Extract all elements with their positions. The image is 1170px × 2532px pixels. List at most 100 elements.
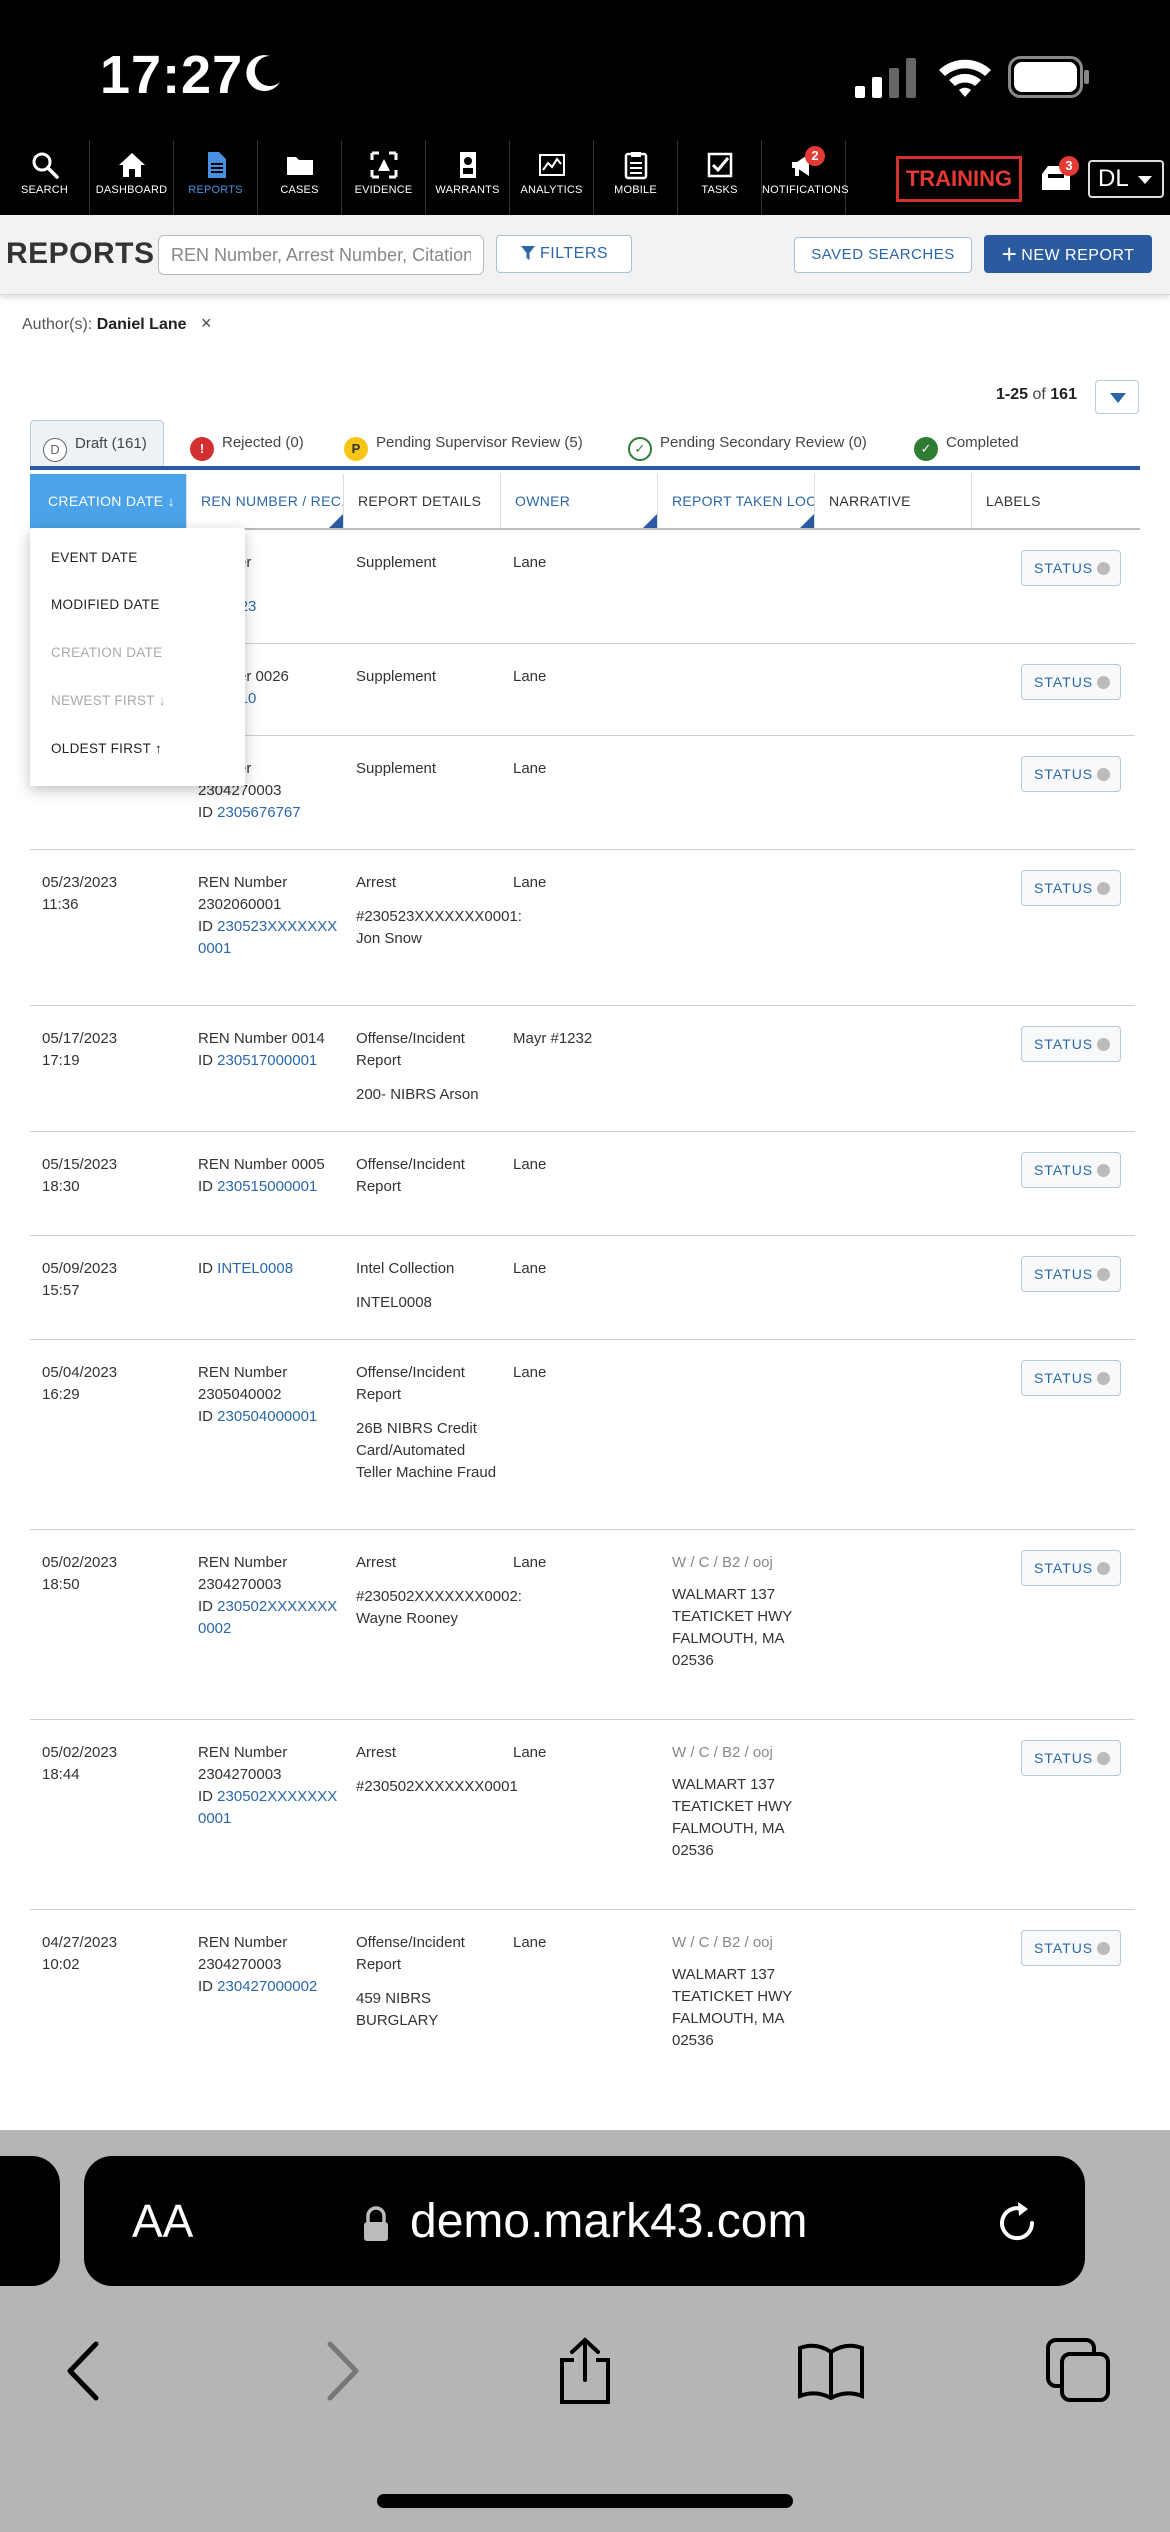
row-details-cell: Arrest #230523XXXXXXX0001: Jon Snow [356,872,522,950]
nav-mobile[interactable]: MOBILE [594,140,678,215]
tab-pending-supervisor-review[interactable]: P Pending Supervisor Review (5) [344,420,583,466]
nav-tasks[interactable]: TASKS [678,140,762,215]
remove-filter-icon[interactable]: × [201,313,212,333]
table-row[interactable]: 05/02/2023 18:50 REN Number 2304270003 ID 23… [30,1530,1135,1720]
pagination-dropdown-button[interactable] [1095,380,1139,414]
row-id-label: ID [198,804,213,821]
nav-analytics[interactable]: ANALYTICS [510,140,594,215]
status-button[interactable]: STATUS [1021,1740,1121,1776]
row-ren-number: 2304270003 [198,1956,282,1973]
status-button[interactable]: STATUS [1021,1152,1121,1188]
row-report-type: Offense/Incident Report [356,1156,465,1195]
status-button[interactable]: STATUS [1021,1930,1121,1966]
search-input[interactable] [158,235,484,275]
row-location-code: W / C / B2 / ooj [672,1934,773,1951]
saved-searches-button[interactable]: SAVED SEARCHES [794,237,972,273]
new-report-button[interactable]: + NEW REPORT [984,235,1152,273]
back-icon[interactable] [52,2336,122,2406]
row-report-id-link[interactable]: 230427000002 [217,1978,317,1995]
column-owner[interactable]: OWNER [501,474,658,528]
battery-icon [1008,56,1089,98]
status-button[interactable]: STATUS [1021,1256,1121,1292]
evidence-icon [370,151,397,179]
row-owner: Mayr #1232 [513,1030,593,1047]
nav-reports[interactable]: REPORTS [174,140,258,215]
row-location-cell [672,872,812,882]
reload-icon[interactable] [992,2198,1042,2248]
checkmark-filled-icon: ✓ [914,437,938,461]
row-location-cell [672,758,812,768]
status-button[interactable]: STATUS [1021,664,1121,700]
address-bar[interactable]: AA demo.mark43.com [84,2156,1085,2286]
column-ren-number[interactable]: REN NUMBER / REC... [187,474,344,528]
table-row[interactable]: 05/15/2023 18:30 REN Number 0005 ID 2305150… [30,1132,1135,1236]
tab-draft[interactable]: D Draft (161) [30,420,164,466]
row-date: 05/17/2023 [42,1030,118,1047]
row-report-id-link[interactable]: 230502XXXXXXX0002 [198,1598,337,1637]
table-row[interactable]: 05/04/2023 16:29 REN Number 2305040002 ID 23… [30,1340,1135,1530]
sort-option-modified-date[interactable]: MODIFIED DATE [51,597,160,612]
status-button[interactable]: STATUS [1021,550,1121,586]
column-label: REPORT DETAILS [358,493,482,509]
bookmarks-icon[interactable] [796,2336,866,2406]
nav-cases[interactable]: CASES [258,140,342,215]
user-menu-button[interactable]: DL [1088,160,1164,198]
row-details-cell: Offense/Incident Report 26B NIBRS Credit … [356,1362,498,1484]
row-location-cell [672,1258,812,1268]
column-creation-date[interactable]: CREATION DATE ↓ [30,474,187,528]
sort-option-event-date[interactable]: EVENT DATE [51,550,138,565]
row-location-address: WALMART 137 TEATICKET HWY FALMOUTH, MA 0… [672,1966,793,2049]
tab-completed[interactable]: ✓ Completed [914,420,1019,466]
previous-tab-peek[interactable] [0,2156,60,2286]
pager-range: 1-25 [996,386,1029,403]
status-button[interactable]: STATUS [1021,870,1121,906]
column-report-details: REPORT DETAILS [344,474,501,528]
row-date-cell: 05/17/2023 17:19 [42,1028,182,1072]
sort-option-oldest-first[interactable]: OLDEST FIRST ↑ [51,741,162,756]
status-label: STATUS [1034,674,1094,690]
tabs-icon[interactable] [1044,2336,1114,2406]
nav-evidence[interactable]: EVIDENCE [342,140,426,215]
row-report-id-link[interactable]: 230517000001 [217,1052,317,1069]
row-report-type: Intel Collection [356,1260,455,1277]
table-row[interactable]: 05/23/2023 11:36 REN Number 2302060001 ID 23… [30,850,1135,1006]
status-button[interactable]: STATUS [1021,1360,1121,1396]
table-row[interactable]: 05/09/2023 15:57 ID INTEL0008 Intel Collect… [30,1236,1135,1340]
row-report-id-link[interactable]: 2305676767 [217,804,300,821]
row-report-id-link[interactable]: 230523XXXXXXX0001 [198,918,337,957]
reader-settings-button[interactable]: AA [132,2194,193,2248]
status-button[interactable]: STATUS [1021,756,1121,792]
row-report-id-link[interactable]: INTEL0008 [217,1260,293,1277]
status-button[interactable]: STATUS [1021,1026,1121,1062]
row-report-subdetail: 200- NIBRS Arson [356,1086,479,1103]
row-ren-cell: REN Number 2304270003 ID 230427000002 [198,1932,343,1998]
nav-search[interactable]: SEARCH [0,140,90,215]
nav-label: WARRANTS [435,184,500,196]
filters-button[interactable]: FILTERS [496,235,632,273]
status-button[interactable]: STATUS [1021,1550,1121,1586]
row-date-cell: 05/15/2023 18:30 [42,1154,182,1198]
forward-icon[interactable] [304,2336,374,2406]
row-report-type: Supplement [356,668,437,685]
table-row[interactable]: 04/27/2023 10:02 REN Number 2304270003 ID 23… [30,1910,1135,2090]
tab-label: Pending Secondary Review (0) [660,434,867,451]
row-report-id-link[interactable]: 230502XXXXXXX0001 [198,1788,337,1827]
table-row[interactable]: 05/02/2023 18:44 REN Number 2304270003 ID 23… [30,1720,1135,1910]
nav-notifications[interactable]: 2 NOTIFICATIONS [762,140,849,215]
clock-time: 17:27 [100,45,244,105]
nav-dashboard[interactable]: DASHBOARD [90,140,174,215]
nav-warrants[interactable]: WARRANTS [426,140,510,215]
rejected-icon: ! [190,437,214,461]
column-report-taken-location[interactable]: REPORT TAKEN LOC... [658,474,815,528]
table-row[interactable]: 05/17/2023 17:19 REN Number 0014 ID 2305170… [30,1006,1135,1132]
row-report-id-link[interactable]: 230515000001 [217,1178,317,1195]
tab-pending-secondary-review[interactable]: ✓ Pending Secondary Review (0) [628,420,867,466]
row-ren-number: 2304270003 [198,1766,282,1783]
tab-rejected[interactable]: ! Rejected (0) [190,420,304,466]
row-report-id-link[interactable]: 230504000001 [217,1408,317,1425]
row-time: 18:44 [42,1766,80,1783]
share-icon[interactable] [550,2336,620,2406]
row-location-cell: W / C / B2 / ooj WALMART 137 TEATICKET HW… [672,1932,812,2052]
row-date-cell: 05/23/2023 11:36 [42,872,182,916]
arrow-down-icon: ↓ [167,493,175,509]
